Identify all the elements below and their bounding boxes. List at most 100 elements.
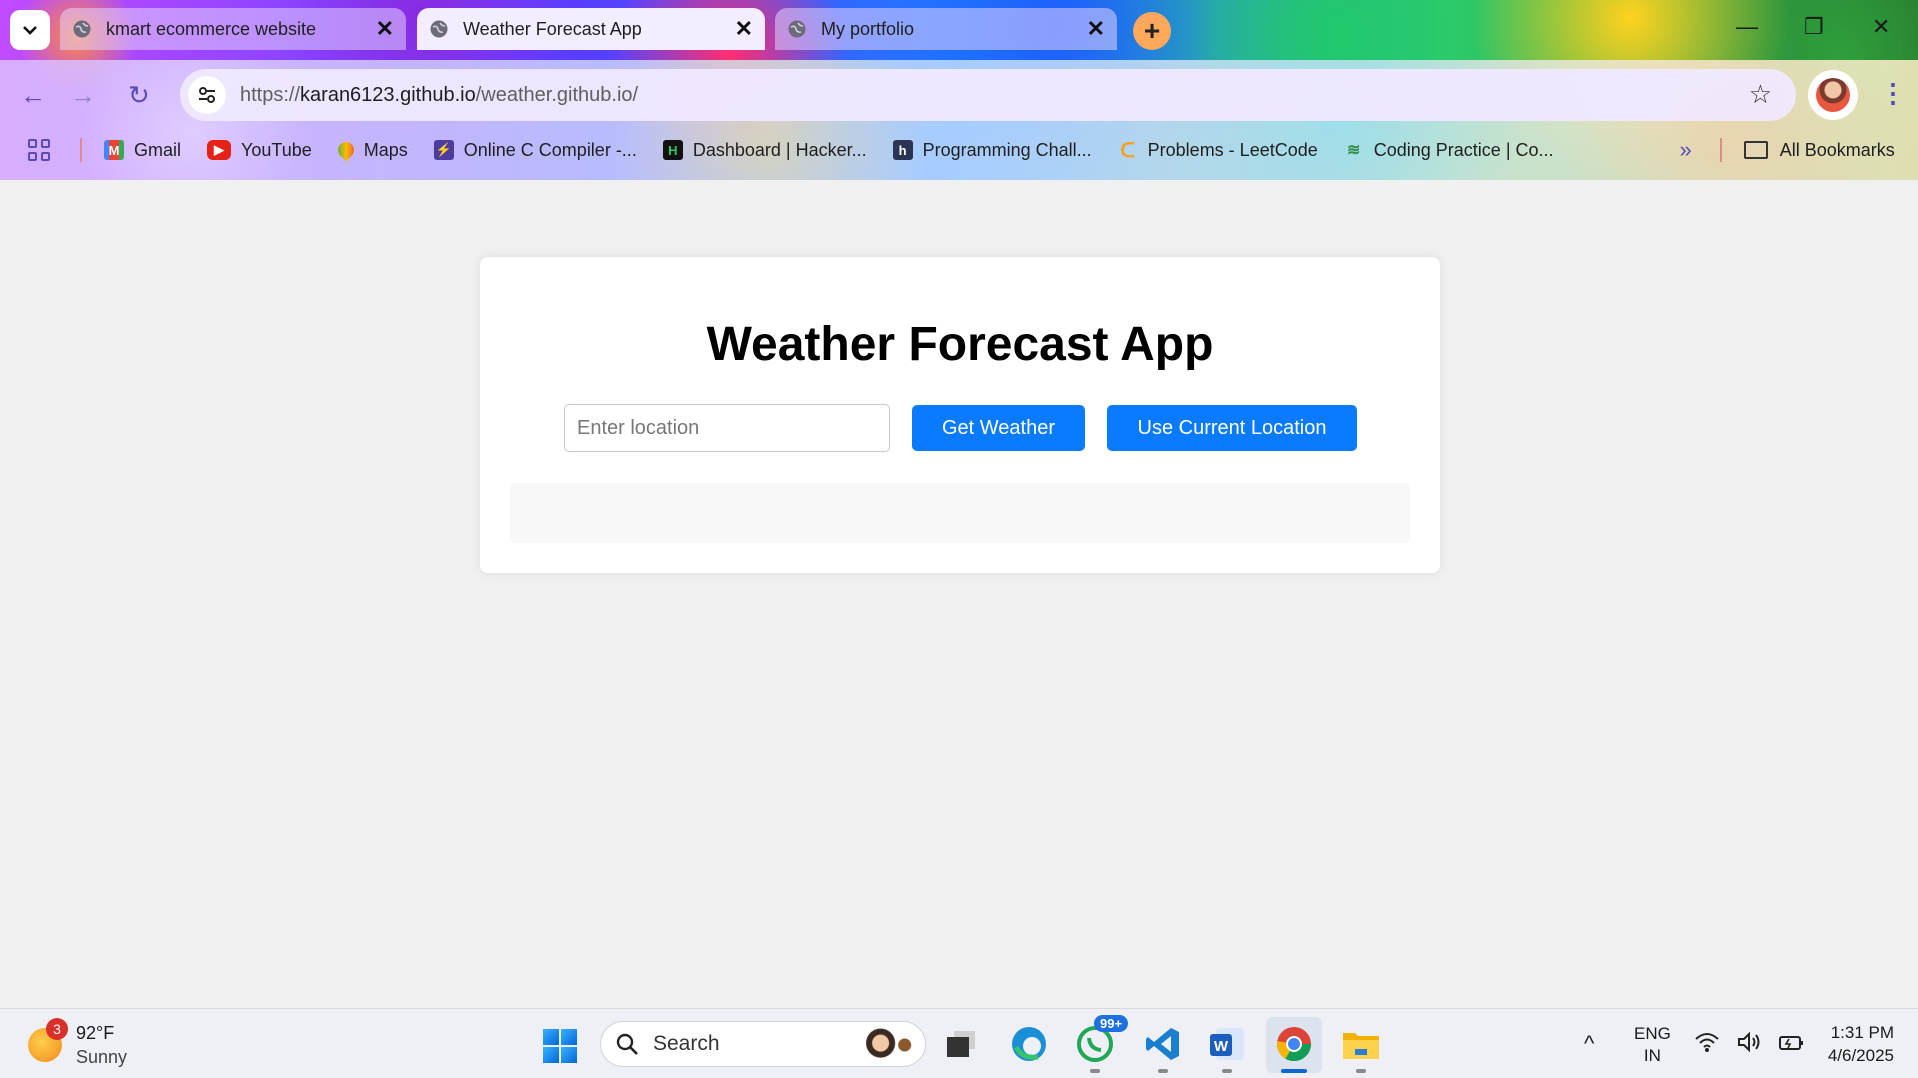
tab-label: Weather Forecast App — [463, 18, 642, 39]
time-text: 1:31 PM — [1830, 1023, 1894, 1042]
bookmark-separator — [1719, 138, 1722, 162]
more-bookmarks-icon[interactable]: » — [1680, 137, 1692, 163]
maps-icon — [334, 138, 358, 162]
close-icon[interactable]: ✕ — [1087, 16, 1105, 42]
wifi-icon[interactable] — [1694, 1031, 1720, 1053]
file-explorer-icon[interactable] — [1340, 1023, 1382, 1073]
reload-icon[interactable]: ↻ — [128, 80, 150, 111]
bookmark-star-icon[interactable]: ☆ — [1749, 79, 1772, 110]
chrome-icon[interactable] — [1273, 1023, 1315, 1073]
chevron-up-icon[interactable]: ^ — [1584, 1031, 1594, 1057]
running-indicator — [1356, 1069, 1366, 1073]
avatar-image — [1816, 78, 1850, 112]
bookmark-hackerearth[interactable]: h Programming Chall... — [892, 139, 1092, 161]
gfg-icon: ≋ — [1347, 142, 1361, 159]
forward-arrow-icon[interactable]: → — [70, 80, 96, 111]
chevron-down-icon — [23, 26, 37, 35]
bookmark-label: Problems - LeetCode — [1147, 139, 1318, 160]
running-indicator — [1281, 1069, 1307, 1073]
bookmark-label: Online C Compiler -... — [463, 139, 637, 160]
system-tray — [1694, 1031, 1806, 1053]
search-highlight-image — [861, 1026, 917, 1064]
youtube-icon: ▶ — [207, 140, 232, 160]
weather-card: Weather Forecast App Get Weather Use Cur… — [480, 257, 1440, 573]
taskbar: 3 92°F Sunny Search 99+ W ^ ENG IN 1:31 … — [0, 1008, 1918, 1078]
bookmark-label: Maps — [363, 139, 408, 160]
new-tab-button[interactable]: + — [1133, 12, 1171, 50]
plus-icon: + — [1143, 15, 1161, 46]
edge-icon[interactable] — [1008, 1023, 1050, 1065]
bookmark-label: Dashboard | Hacker... — [692, 139, 867, 160]
apps-grid-icon[interactable] — [28, 139, 50, 161]
language-code: ENG — [1634, 1024, 1671, 1043]
word-icon[interactable]: W — [1206, 1023, 1248, 1073]
hackerearth-icon: h — [892, 140, 913, 160]
location-input[interactable] — [564, 404, 890, 452]
tab-label: kmart ecommerce website — [106, 18, 317, 39]
volume-icon[interactable] — [1736, 1031, 1762, 1053]
region-code: IN — [1643, 1046, 1661, 1065]
task-view-icon[interactable] — [940, 1023, 982, 1065]
all-bookmarks-button[interactable]: All Bookmarks — [1743, 139, 1895, 161]
vscode-icon[interactable] — [1142, 1023, 1184, 1073]
browser-chrome: kmart ecommerce website ✕ Weather Foreca… — [0, 0, 1918, 180]
bookmark-separator — [80, 138, 82, 162]
all-bookmarks-label: All Bookmarks — [1779, 139, 1895, 160]
tab-search-button[interactable] — [10, 10, 50, 50]
weather-widget[interactable]: 3 92°F Sunny — [28, 1018, 127, 1069]
notification-badge: 3 — [46, 1018, 68, 1040]
globe-icon — [73, 20, 91, 38]
restore-icon[interactable]: ❐ — [1804, 14, 1824, 40]
use-current-location-button[interactable]: Use Current Location — [1107, 405, 1357, 451]
bookmark-leetcode[interactable]: ᑕ Problems - LeetCode — [1118, 139, 1318, 162]
profile-avatar[interactable] — [1808, 70, 1858, 120]
hackerrank-icon: H — [662, 140, 683, 160]
gmail-icon: M — [104, 140, 124, 160]
date-text: 4/6/2025 — [1827, 1046, 1894, 1065]
bookmark-youtube[interactable]: ▶ YouTube — [207, 140, 312, 161]
site-settings-icon[interactable] — [188, 76, 226, 114]
bookmark-online-c-compiler[interactable]: ⚡ Online C Compiler -... — [433, 139, 637, 161]
bookmark-label: Programming Chall... — [922, 139, 1092, 160]
taskbar-search[interactable]: Search — [600, 1021, 926, 1067]
bookmark-gmail[interactable]: M Gmail — [104, 140, 181, 161]
clock[interactable]: 1:31 PM 4/6/2025 — [1816, 1021, 1894, 1067]
whatsapp-icon[interactable]: 99+ — [1074, 1015, 1129, 1073]
bookmark-geeksforgeeks[interactable]: ≋ Coding Practice | Co... — [1344, 139, 1554, 161]
bookmarks-bar: M Gmail ▶ YouTube Maps ⚡ Online C Compil… — [0, 128, 1918, 172]
menu-kebab-icon[interactable]: ⋮ — [1880, 78, 1906, 109]
bookmark-label: YouTube — [241, 139, 312, 160]
bookmark-label: Gmail — [134, 139, 182, 160]
bookmark-maps[interactable]: Maps — [334, 138, 408, 162]
sun-icon: 3 — [28, 1018, 68, 1062]
language-indicator[interactable]: ENG IN — [1634, 1023, 1671, 1067]
temperature-text: 92°F — [76, 1023, 115, 1043]
tab-kmart[interactable]: kmart ecommerce website ✕ — [60, 8, 406, 50]
running-indicator — [1222, 1069, 1232, 1073]
search-label: Search — [653, 1032, 720, 1055]
close-icon[interactable]: ✕ — [735, 16, 753, 42]
bookmark-hackerrank[interactable]: H Dashboard | Hacker... — [662, 139, 867, 161]
get-weather-button[interactable]: Get Weather — [912, 405, 1085, 451]
close-icon[interactable]: ✕ — [376, 16, 394, 42]
window-close-icon[interactable]: ✕ — [1872, 14, 1890, 40]
page-title: Weather Forecast App — [706, 318, 1214, 371]
back-arrow-icon[interactable]: ← — [20, 80, 46, 111]
tab-label: My portfolio — [821, 18, 915, 39]
weather-result-panel — [510, 483, 1410, 543]
folder-icon — [1743, 141, 1768, 159]
minimize-icon[interactable]: — — [1736, 14, 1758, 40]
url-text: https://karan6123.github.io/weather.gith… — [240, 83, 639, 106]
battery-icon[interactable] — [1778, 1031, 1806, 1053]
compiler-icon: ⚡ — [433, 140, 454, 160]
leetcode-icon: ᑕ — [1120, 139, 1135, 162]
unread-badge: 99+ — [1094, 1015, 1129, 1032]
running-indicator — [1090, 1069, 1100, 1073]
bookmark-label: Coding Practice | Co... — [1373, 139, 1554, 160]
globe-icon — [430, 20, 448, 38]
windows-start-icon[interactable] — [543, 1029, 577, 1063]
address-bar[interactable]: https://karan6123.github.io/weather.gith… — [180, 69, 1796, 121]
svg-text:W: W — [1214, 1038, 1229, 1055]
tab-portfolio[interactable]: My portfolio ✕ — [775, 8, 1117, 50]
tab-weather-forecast[interactable]: Weather Forecast App ✕ — [417, 8, 765, 50]
